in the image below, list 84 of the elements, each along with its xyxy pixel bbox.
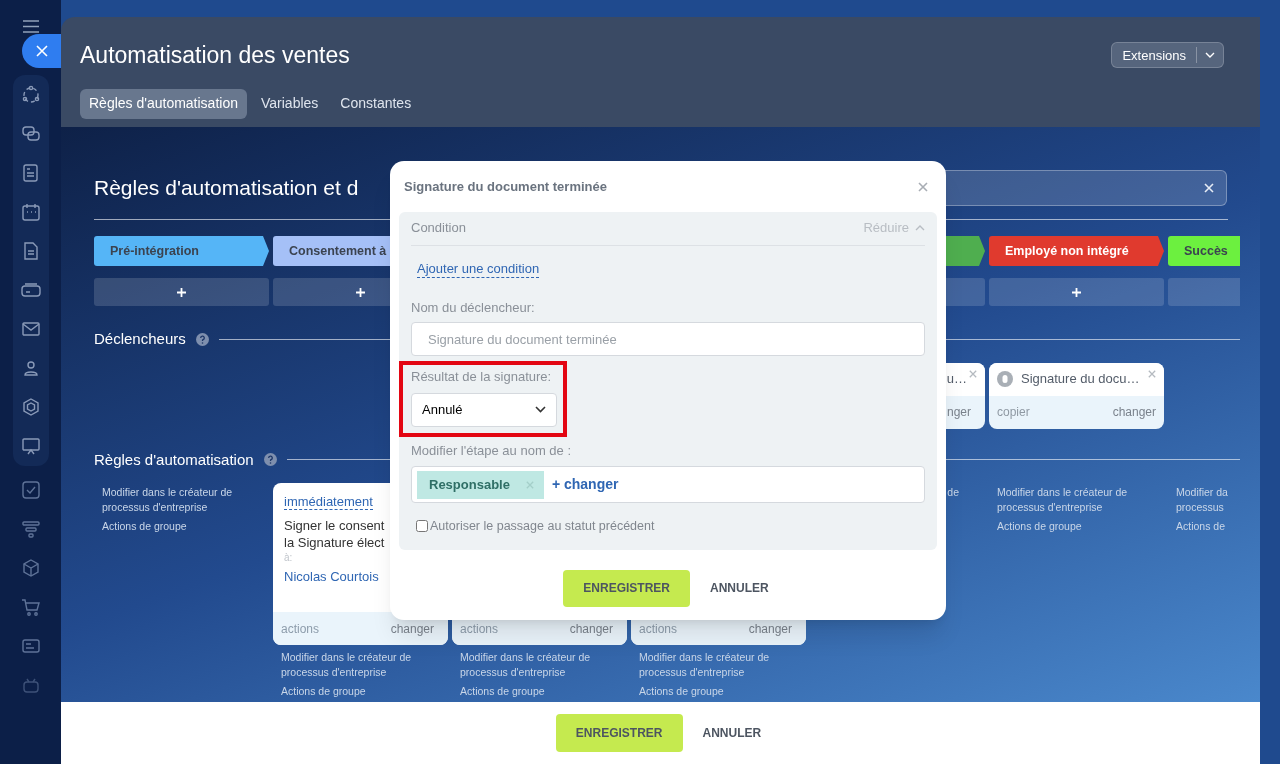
filter-icon[interactable] <box>20 519 41 539</box>
section-title: Règles d'automatisation <box>94 449 254 470</box>
stage-tab[interactable]: Employé non intégré <box>989 236 1164 266</box>
close-button[interactable] <box>22 34 62 68</box>
field-label: à: <box>284 551 294 564</box>
select-field[interactable]: Annulé <box>411 392 557 427</box>
action-link[interactable]: Modifier dans le créateur de processus d'entreprise <box>281 650 448 680</box>
stage-tab[interactable]: Pré-intégration <box>94 236 269 266</box>
menu-icon[interactable] <box>22 20 39 33</box>
change-link[interactable]: changer <box>748 619 798 638</box>
chevron-up-icon <box>915 225 925 231</box>
close-icon <box>36 45 48 57</box>
action-link[interactable]: Modifier dans le créateur de processus d'entreprise <box>460 650 627 680</box>
clear-icon[interactable] <box>1204 183 1214 193</box>
save-button[interactable]: ENREGISTRER <box>555 714 683 752</box>
robot-title-line: la Signature élect <box>284 534 385 551</box>
change-link[interactable]: changer <box>1112 403 1156 421</box>
trigger-card[interactable]: Signature du docu… copier changer <box>989 362 1164 429</box>
user-selector[interactable]: Responsable + changer <box>411 466 925 503</box>
robot-title-line: Signer le consent <box>284 517 385 534</box>
checkbox-icon[interactable] <box>20 480 41 500</box>
checkbox[interactable] <box>416 520 428 533</box>
actions-link[interactable]: actions <box>460 619 499 638</box>
plus-icon <box>177 287 186 297</box>
chevron-down-icon <box>535 406 546 413</box>
action-link[interactable]: Actions de groupe <box>460 684 627 699</box>
trigger-title: Signature du docu… <box>1021 370 1140 389</box>
copy-link[interactable]: copier <box>997 403 1030 421</box>
add-link[interactable]: + changer <box>551 474 619 495</box>
tab[interactable]: Règles d'automatisation <box>80 88 247 119</box>
page-title: Automatisation des ventes <box>80 41 350 70</box>
cube-icon[interactable] <box>20 558 41 578</box>
plus-icon <box>356 287 365 297</box>
action-link[interactable]: Actions de groupe <box>997 519 1164 534</box>
calendar-icon[interactable] <box>20 202 41 222</box>
add-condition-link[interactable]: Ajouter une condition <box>417 260 540 278</box>
action-link[interactable]: Actions de groupe <box>102 519 269 534</box>
action-link[interactable]: Modifier dans le créateur de processus d'entreprise <box>639 650 806 680</box>
change-link[interactable]: nger <box>946 403 971 421</box>
field-label: Modifier l'étape au nom de : <box>411 441 573 460</box>
id-card-icon[interactable] <box>20 636 41 656</box>
tab[interactable]: Variables <box>253 88 327 119</box>
cycle-icon[interactable] <box>20 85 41 105</box>
hexagon-icon[interactable] <box>20 397 41 417</box>
action-link[interactable]: Actions de groupe <box>281 684 448 699</box>
action-link[interactable]: Actions de <box>1176 519 1240 534</box>
field-label: Résultat de la signature: <box>411 368 553 386</box>
trigger-title: u… <box>946 370 967 389</box>
action-link[interactable]: Modifier da processus <box>1176 485 1240 515</box>
actions-link[interactable]: actions <box>639 619 678 638</box>
field-label: Nom du déclencheur: <box>411 298 536 317</box>
presentation-icon[interactable] <box>20 436 41 456</box>
help-icon[interactable] <box>195 332 209 346</box>
help-icon[interactable] <box>263 453 277 467</box>
extensions-button[interactable]: Extensions <box>1111 42 1224 69</box>
section-title: Déclencheurs <box>94 329 186 349</box>
action-link[interactable]: Modifier dans le créateur de processus d'entreprise <box>102 485 269 515</box>
cancel-button[interactable]: ANNULER <box>706 569 773 607</box>
section-heading: Règles d'automatisation et d <box>94 175 359 202</box>
mail-icon[interactable] <box>20 319 41 339</box>
action-link[interactable]: de <box>947 485 959 500</box>
chat-icon[interactable] <box>20 124 41 144</box>
change-link[interactable]: changer <box>390 619 440 638</box>
stage-tab[interactable]: Succès <box>1168 236 1240 266</box>
text-input[interactable]: Signature du document terminée <box>411 322 925 356</box>
save-button[interactable]: ENREGISTRER <box>563 569 690 607</box>
dialog-title: Signature du document terminée <box>404 178 607 196</box>
user-tag[interactable]: Responsable <box>417 470 544 499</box>
action-link[interactable]: Actions de groupe <box>639 684 806 699</box>
plus-icon <box>1072 287 1081 297</box>
cancel-button[interactable]: ANNULER <box>698 714 766 752</box>
condition-title: Condition <box>411 219 466 238</box>
action-link[interactable]: Modifier dans le créateur de processus d'entreprise <box>997 485 1164 515</box>
form-icon[interactable] <box>20 163 41 183</box>
delay-link[interactable]: immédiatement <box>284 494 373 510</box>
close-icon[interactable] <box>918 181 928 192</box>
cart-icon[interactable] <box>20 597 41 617</box>
card-icon[interactable] <box>19 280 42 300</box>
actions-link[interactable]: actions <box>281 619 320 638</box>
assignee-link[interactable]: Nicolas Courtois <box>284 569 379 584</box>
tab[interactable]: Constantes <box>332 88 420 119</box>
chevron-down-icon <box>1205 52 1215 59</box>
trigger-icon <box>997 371 1013 387</box>
change-link[interactable]: changer <box>569 619 619 638</box>
